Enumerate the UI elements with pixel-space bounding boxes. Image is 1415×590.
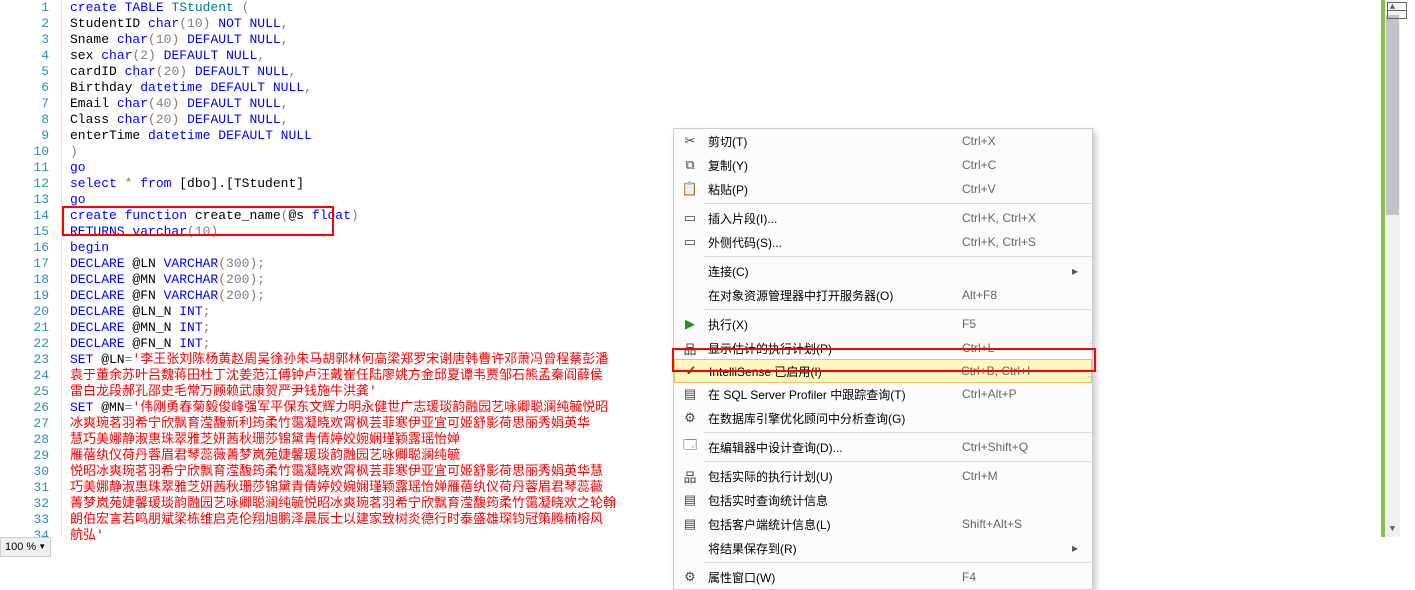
submenu-arrow-icon: ▸ <box>1072 541 1084 555</box>
livestat-icon: ▤ <box>678 492 702 508</box>
menu-results-to[interactable]: 将结果保存到(R)▸ <box>674 536 1092 560</box>
chevron-down-icon: ▼ <box>38 537 46 557</box>
submenu-arrow-icon: ▸ <box>1072 264 1084 278</box>
cut-icon: ✂ <box>678 133 702 149</box>
menu-estimated-plan[interactable]: 品显示估计的执行计划(P)Ctrl+L <box>674 336 1092 360</box>
menu-copy[interactable]: ⧉复制(Y)Ctrl+C <box>674 153 1092 177</box>
menu-cut[interactable]: ✂剪切(T)Ctrl+X <box>674 129 1092 153</box>
plan-icon: 品 <box>678 339 702 358</box>
actual-plan-icon: 品 <box>678 467 702 486</box>
menu-connection[interactable]: 连接(C)▸ <box>674 259 1092 283</box>
menu-surround-with[interactable]: ▭外侧代码(S)...Ctrl+K, Ctrl+S <box>674 230 1092 254</box>
vertical-scrollbar[interactable]: ▲ ▼ <box>1385 0 1400 537</box>
profiler-icon: ▤ <box>678 386 702 402</box>
scroll-thumb[interactable] <box>1386 15 1399 215</box>
scroll-down-button[interactable]: ▼ <box>1385 522 1400 537</box>
play-icon: ▶ <box>678 316 702 332</box>
clientstat-icon: ▤ <box>678 516 702 532</box>
menu-open-in-object-explorer[interactable]: 在对象资源管理器中打开服务器(O)Alt+F8 <box>674 283 1092 307</box>
copy-icon: ⧉ <box>678 157 702 173</box>
menu-design-query[interactable]: 🗔在编辑器中设计查询(D)...Ctrl+Shift+Q <box>674 435 1092 459</box>
paste-icon: 📋 <box>678 181 702 197</box>
zoom-value: 100 % <box>5 537 36 557</box>
scroll-track[interactable] <box>1385 15 1400 522</box>
design-icon: 🗔 <box>678 436 702 458</box>
zoom-dropdown[interactable]: 100 % ▼ <box>0 537 51 557</box>
surround-icon: ▭ <box>678 234 702 250</box>
check-icon: ✓ <box>679 363 703 379</box>
menu-tuning-advisor[interactable]: ⚙在数据库引擎优化顾问中分析查询(G) <box>674 406 1092 430</box>
menu-actual-plan[interactable]: 品包括实际的执行计划(U)Ctrl+M <box>674 464 1092 488</box>
menu-properties-window[interactable]: ⚙属性窗口(W)F4 <box>674 565 1092 589</box>
menu-execute[interactable]: ▶执行(X)F5 <box>674 312 1092 336</box>
menu-intellisense-enabled[interactable]: ✓IntelliSense 已启用(I)Ctrl+B, Ctrl+I <box>674 359 1092 383</box>
menu-live-stats[interactable]: ▤包括实时查询统计信息 <box>674 488 1092 512</box>
context-menu: ✂剪切(T)Ctrl+X ⧉复制(Y)Ctrl+C 📋粘贴(P)Ctrl+V ▭… <box>673 128 1093 590</box>
tuning-icon: ⚙ <box>678 410 702 426</box>
menu-client-stats[interactable]: ▤包括客户端统计信息(L)Shift+Alt+S <box>674 512 1092 536</box>
menu-insert-snippet[interactable]: ▭插入片段(I)...Ctrl+K, Ctrl+X <box>674 206 1092 230</box>
split-view-icon[interactable] <box>1387 2 1411 20</box>
menu-paste[interactable]: 📋粘贴(P)Ctrl+V <box>674 177 1092 201</box>
line-gutter: 1234567891011121314151617181920212223242… <box>0 0 62 537</box>
snippet-icon: ▭ <box>678 210 702 226</box>
properties-icon: ⚙ <box>678 569 702 585</box>
menu-trace-profiler[interactable]: ▤在 SQL Server Profiler 中跟踪查询(T)Ctrl+Alt+… <box>674 382 1092 406</box>
